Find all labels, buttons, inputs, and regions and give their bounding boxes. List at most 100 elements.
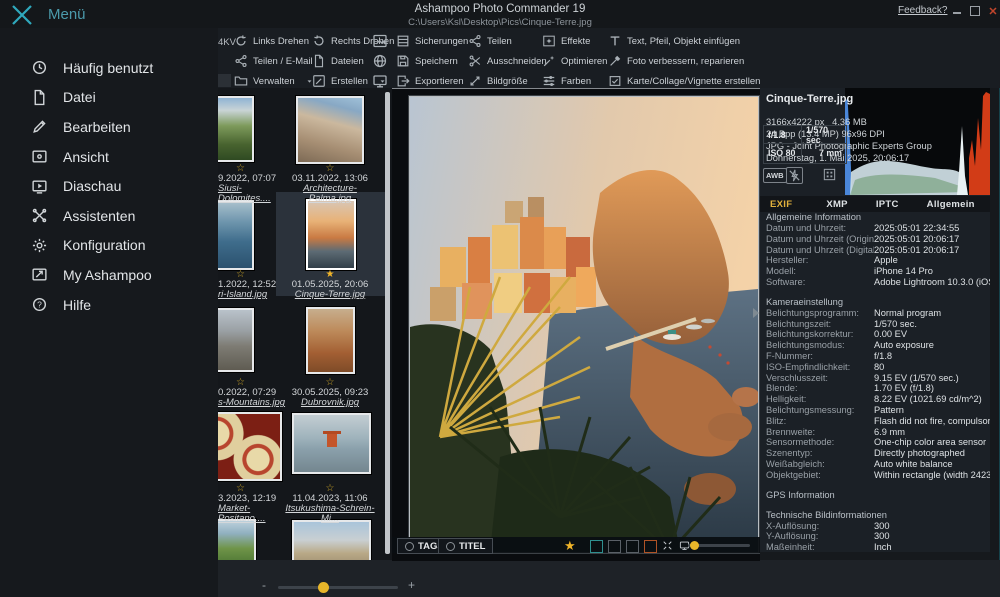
optimieren-button[interactable]: Optimieren: [542, 51, 607, 71]
feedback-link[interactable]: Feedback?: [898, 5, 947, 16]
sidebar-item-haeufig-benutzt[interactable]: Häufig benutzt: [0, 53, 218, 83]
exif-row: Belichtungskorrektur:0.00 EV: [766, 329, 990, 340]
thumbnail-caption[interactable]: ☆ 30.05.2025, 09:23 Dubrovnik.jpg: [282, 378, 378, 408]
thumbnail-mailboxes[interactable]: [292, 520, 371, 560]
assistants-icon: [31, 207, 48, 224]
thumbnail-siusi-dolomites[interactable]: [218, 96, 254, 162]
exif-label: Datum und Uhrzeit:: [766, 223, 874, 234]
thumbnail-scrollbar[interactable]: [385, 92, 390, 554]
folder-icon: [234, 74, 248, 88]
info-filename: Cinque-Terre.jpg: [766, 93, 853, 105]
histogram-toggle-button[interactable]: [644, 540, 657, 553]
maximize-button[interactable]: [968, 6, 982, 18]
ausschneiden-button[interactable]: Ausschneiden: [468, 51, 547, 71]
sidebar-item-konfiguration[interactable]: Konfiguration: [0, 231, 218, 261]
rotate-left-icon: [234, 34, 248, 48]
exif-details: Allgemeine Information Datum und Uhrzeit…: [760, 212, 990, 552]
text-einfuegen-button[interactable]: Text, Pfeil, Objekt einfügen: [608, 31, 760, 51]
thumbnail-green-hills[interactable]: [218, 519, 256, 560]
thumbnail-cinque-terre[interactable]: [306, 199, 356, 270]
sidebar-item-hilfe[interactable]: Hilfe: [0, 290, 218, 320]
tab-iptc[interactable]: IPTC: [876, 199, 899, 210]
thumbnail-filename[interactable]: Siusi-Dolomites....: [218, 184, 288, 204]
thumbnail-dubrovnik[interactable]: [306, 307, 355, 374]
button-label: Teilen: [487, 36, 512, 47]
rotate-left-button[interactable]: Links Drehen: [234, 31, 313, 51]
sidebar-item-ansicht[interactable]: Ansicht: [0, 142, 218, 172]
thumbnail-filename[interactable]: Market-Positano....: [218, 504, 288, 524]
info-panel-collapse-arrow[interactable]: [753, 308, 759, 318]
screen-button[interactable]: [372, 73, 388, 89]
compare-image-button[interactable]: [590, 540, 603, 553]
button-label: Speichern: [415, 56, 458, 67]
exif-label: Maßeinheit:: [766, 542, 874, 552]
main-photo-cinque-terre[interactable]: [409, 96, 759, 553]
tab-xmp[interactable]: XMP: [826, 199, 848, 210]
zoom-slider-track[interactable]: [278, 586, 398, 589]
aperture-value: f/1.8: [764, 126, 802, 144]
sidebar-item-assistenten[interactable]: Assistenten: [0, 201, 218, 231]
image-frame-button[interactable]: [372, 33, 388, 49]
exif-value: Auto white balance: [874, 459, 990, 470]
exif-value: iPhone 14 Pro: [874, 266, 990, 277]
exif-label: Szenentyp:: [766, 448, 874, 459]
package-icon: [31, 266, 48, 283]
zoom-slider-knob[interactable]: [318, 582, 329, 593]
thumbnail-filename[interactable]: s-Mountains.jpg: [218, 398, 288, 408]
exif-label: Hersteller:: [766, 255, 874, 266]
image-option-button[interactable]: [608, 540, 621, 553]
tab-allgemein[interactable]: Allgemein: [927, 199, 975, 210]
thumbnail-caption[interactable]: ☆ 11.04.2023, 11:06 Itsukushima-Schrein-…: [282, 484, 378, 524]
thumbnail-island[interactable]: [218, 200, 254, 270]
thumbnail-caption[interactable]: ☆ 3.2023, 12:19 Market-Positano....: [218, 484, 288, 524]
thumbnail-filename[interactable]: Cinque-Terre.jpg: [282, 290, 378, 300]
thumbnail-filename[interactable]: Architecture-Palma.jpg: [282, 184, 378, 204]
thumbnail-caption[interactable]: ☆ 03.11.2022, 13:06 Architecture-Palma.j…: [282, 164, 378, 204]
tab-exif[interactable]: EXIF: [770, 199, 792, 210]
thumbnail-filename[interactable]: Itsukushima-Schrein-Mi...: [282, 504, 378, 524]
thumbnail-caption[interactable]: ☆ 0.2022, 07:29 s-Mountains.jpg: [218, 378, 288, 408]
thumbnail-itsukushima[interactable]: [292, 413, 371, 474]
thumbnail-mountains[interactable]: [218, 308, 254, 372]
exif-label: Brennweite:: [766, 427, 874, 438]
thumbnail-caption[interactable]: ☆ 1.2022, 12:52 ri-Island.jpg: [218, 270, 288, 300]
sicherungen-button[interactable]: Sicherungen: [396, 31, 468, 51]
titlebar: Menü Ashampoo Photo Commander 19 C:\User…: [0, 0, 1000, 28]
sidebar-item-diaschau[interactable]: Diaschau: [0, 171, 218, 201]
image-option-button[interactable]: [626, 540, 639, 553]
zoom-out-button[interactable]: -: [262, 578, 266, 592]
fullscreen-icon[interactable]: [662, 540, 673, 551]
speichern-button[interactable]: Speichern: [396, 51, 468, 71]
exif-value: 0.00 EV: [874, 329, 990, 340]
exif-value: Adobe Lightroom 10.3.0 (iOS): [874, 277, 990, 288]
exif-row: F-Nummer:f/1.8: [766, 351, 990, 362]
repair-icon: [608, 54, 622, 68]
button-label: Dateien: [331, 56, 364, 67]
teilen-button[interactable]: Teilen: [468, 31, 547, 51]
share-email-button[interactable]: Teilen / E-Mail: [234, 51, 313, 71]
foto-verbessern-button[interactable]: Foto verbessern, reparieren: [608, 51, 760, 71]
titel-toggle-button[interactable]: TITEL: [438, 538, 493, 554]
close-button[interactable]: ✕: [986, 6, 1000, 18]
thumbnail-caption[interactable]: ☆ 9.2022, 07:07 Siusi-Dolomites....: [218, 164, 288, 204]
zoom-in-button[interactable]: +: [408, 578, 415, 592]
thumbnail-filename[interactable]: Dubrovnik.jpg: [282, 398, 378, 408]
exif-row: Datum und Uhrzeit (Original):2025:05:01 …: [766, 234, 990, 245]
thumbnail-filename[interactable]: ri-Island.jpg: [218, 290, 288, 300]
viewer-zoom-slider-track[interactable]: [688, 544, 750, 547]
sidebar-item-label: My Ashampoo: [63, 267, 152, 283]
globe-button[interactable]: [372, 53, 388, 69]
rating-star-icon[interactable]: ★: [564, 538, 576, 554]
effekte-button[interactable]: Effekte: [542, 31, 607, 51]
sidebar-item-my-ashampoo[interactable]: My Ashampoo: [0, 260, 218, 290]
minimize-button[interactable]: [950, 6, 964, 18]
viewer-zoom-slider-knob[interactable]: [690, 541, 699, 550]
sidebar-item-bearbeiten[interactable]: Bearbeiten: [0, 112, 218, 142]
thumbnail-market-positano[interactable]: [218, 412, 282, 481]
thumbnail-architecture-palma[interactable]: [296, 96, 364, 164]
sidebar-item-datei[interactable]: Datei: [0, 83, 218, 113]
clock-icon: [31, 59, 48, 76]
exif-label: Belichtungskorrektur:: [766, 329, 874, 340]
exif-value: Inch: [874, 542, 990, 552]
thumbnail-caption-selected[interactable]: ★ 01.05.2025, 20:06 Cinque-Terre.jpg: [282, 270, 378, 300]
